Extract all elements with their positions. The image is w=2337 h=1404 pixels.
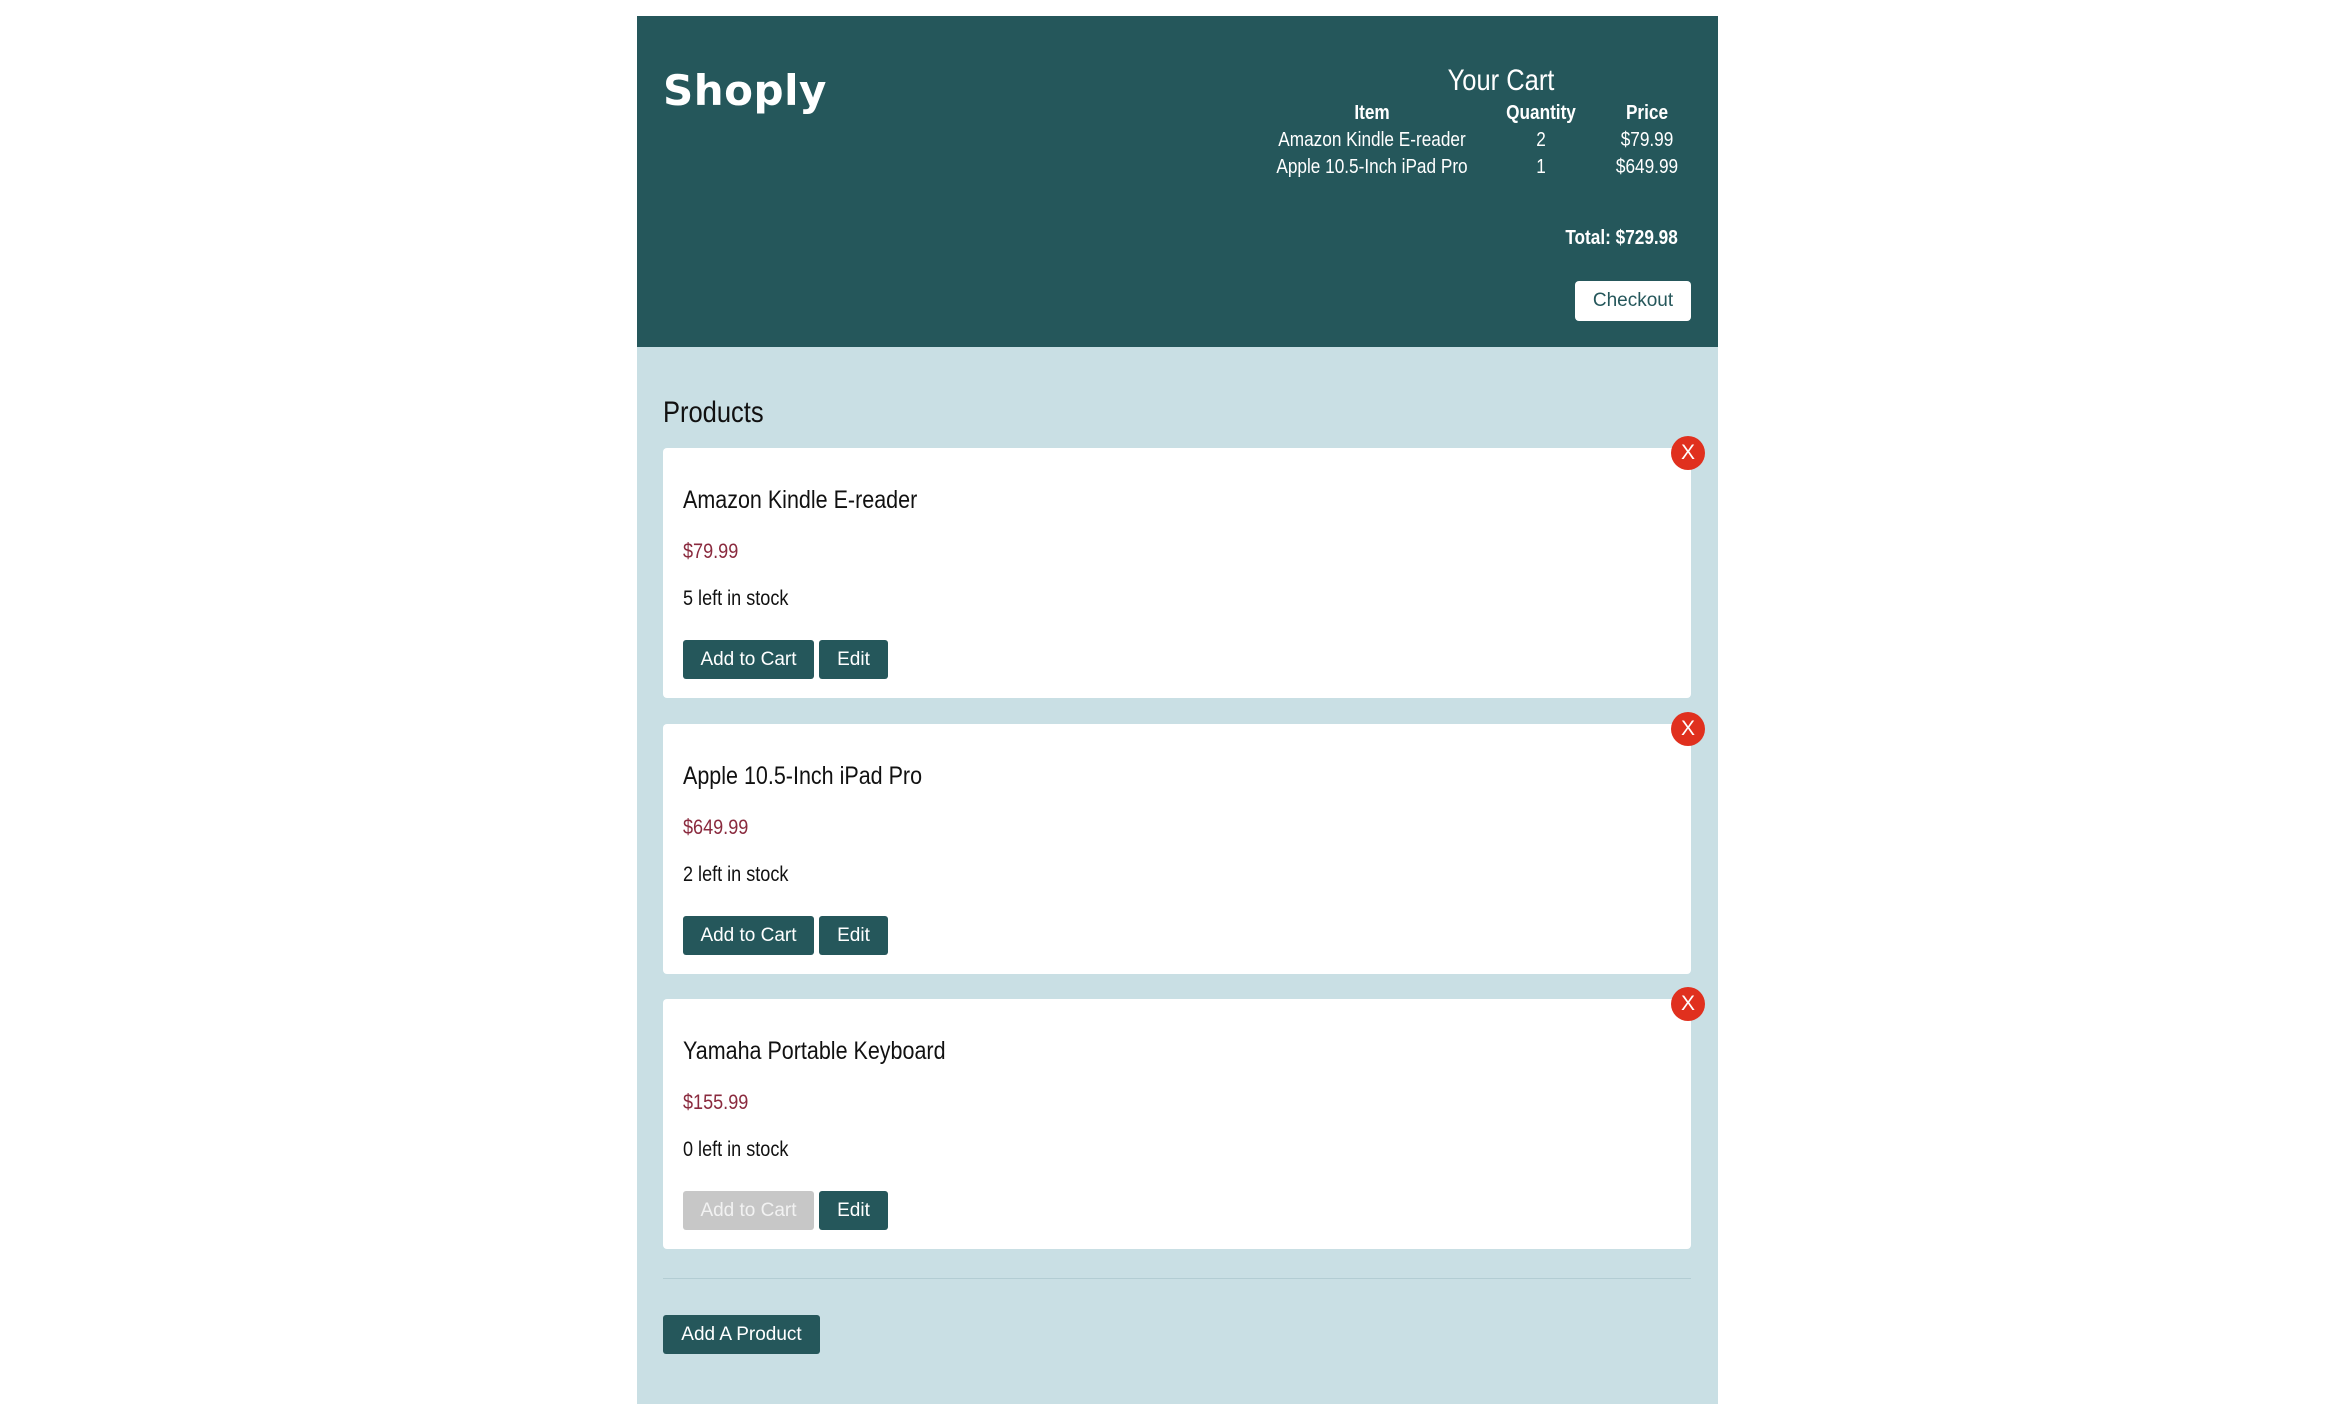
cart-column-item: Item — [1354, 102, 1390, 124]
header: Shoply Your Cart Item Quantity Price Ama… — [637, 16, 1718, 347]
product-price: $649.99 — [683, 816, 749, 839]
product-stock: 5 left in stock — [683, 587, 789, 610]
cart-row-price: $649.99 — [1615, 156, 1679, 178]
checkout-button[interactable]: Checkout — [1575, 281, 1691, 321]
cart-column-quantity: Quantity — [1506, 102, 1576, 124]
cart-row-price: $79.99 — [1620, 129, 1674, 151]
product-name: Yamaha Portable Keyboard — [683, 1037, 946, 1065]
products-heading: Products — [663, 396, 764, 429]
product-name: Amazon Kindle E-reader — [683, 486, 918, 514]
product-stock: 0 left in stock — [683, 1138, 789, 1161]
product-price: $155.99 — [683, 1091, 749, 1114]
delete-product-button[interactable]: X — [1671, 987, 1705, 1021]
product-card-keyboard: Yamaha Portable Keyboard $155.99 0 left … — [663, 987, 1705, 1249]
add-product-button[interactable]: Add A Product — [663, 1315, 820, 1354]
add-to-cart-button-disabled: Add to Cart — [683, 1191, 814, 1230]
cart-row-quantity: 1 — [1536, 156, 1546, 178]
add-to-cart-button[interactable]: Add to Cart — [683, 916, 814, 955]
product-card-kindle: Amazon Kindle E-reader $79.99 5 left in … — [663, 436, 1705, 698]
cart-title: Your Cart — [1447, 64, 1555, 97]
cart-row-item: Apple 10.5-Inch iPad Pro — [1276, 156, 1468, 178]
product-card-ipad: Apple 10.5-Inch iPad Pro $649.99 2 left … — [663, 712, 1705, 974]
cart-row-quantity: 2 — [1536, 129, 1546, 151]
edit-button[interactable]: Edit — [819, 640, 888, 679]
delete-product-button[interactable]: X — [1671, 712, 1705, 746]
edit-button[interactable]: Edit — [819, 916, 888, 955]
cart-total: Total: $729.98 — [1565, 227, 1678, 249]
product-price: $79.99 — [683, 540, 739, 563]
cart-column-price: Price — [1625, 102, 1669, 124]
product-name: Apple 10.5-Inch iPad Pro — [683, 762, 923, 790]
app-container: Shoply Your Cart Item Quantity Price Ama… — [637, 16, 1718, 1404]
divider — [663, 1278, 1691, 1279]
logo: Shoply — [663, 66, 827, 115]
edit-button[interactable]: Edit — [819, 1191, 888, 1230]
delete-product-button[interactable]: X — [1671, 436, 1705, 470]
product-stock: 2 left in stock — [683, 863, 789, 886]
cart-row-item: Amazon Kindle E-reader — [1278, 129, 1466, 151]
add-to-cart-button[interactable]: Add to Cart — [683, 640, 814, 679]
